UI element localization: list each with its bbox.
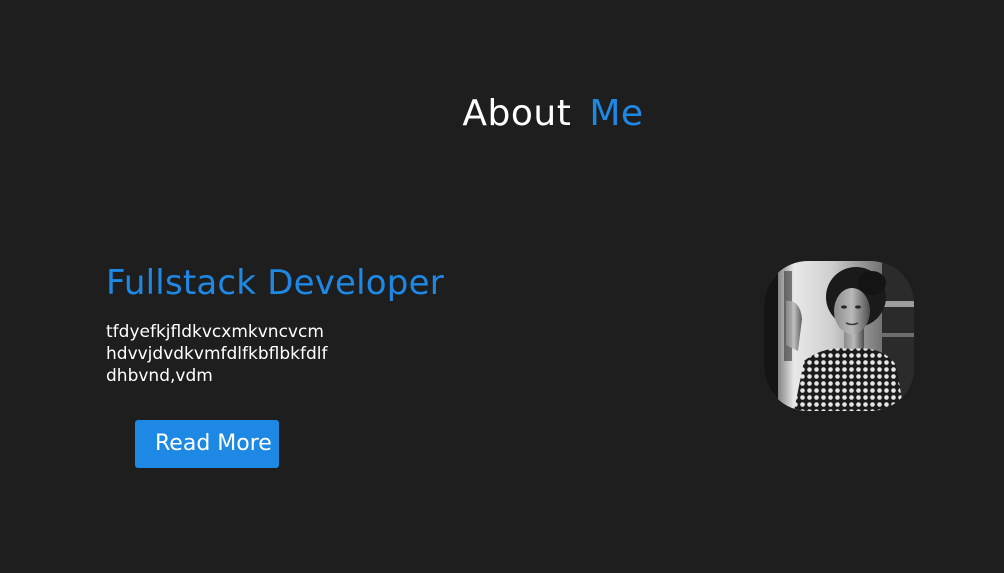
read-more-button[interactable]: Read More [135, 420, 279, 468]
section-title: About Me [0, 92, 1004, 136]
bio-line: dhbvnd,vdm [106, 366, 213, 386]
profile-photo-icon [764, 261, 914, 411]
bio-line: hdvvjdvdkvmfdlfkbflbkfdlf [106, 344, 328, 364]
bio-text: tfdyefkjfldkvcxmkvncvcm hdvvjdvdkvmfdlfk… [106, 321, 346, 387]
bio-line: tfdyefkjfldkvcxmkvncvcm [106, 322, 324, 342]
title-word-me: Me [589, 93, 644, 135]
title-word-about: About [462, 93, 572, 135]
role-title: Fullstack Developer [106, 263, 444, 303]
avatar [764, 261, 914, 411]
